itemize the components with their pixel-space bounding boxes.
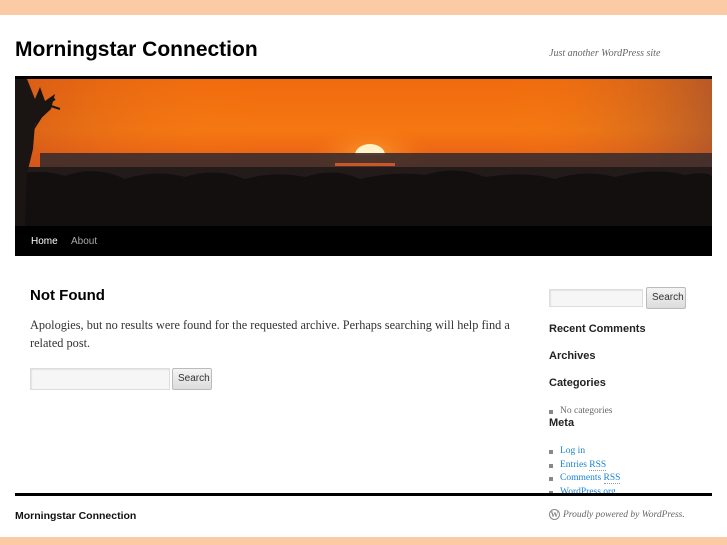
site-tagline: Just another WordPress site [549, 48, 661, 59]
footer-divider [15, 493, 712, 496]
list-item: Entries RSS [549, 459, 620, 473]
meta-link-log-in[interactable]: Log in [560, 446, 585, 456]
nav-item-about[interactable]: About [71, 236, 97, 247]
link-text: Entries [560, 459, 590, 470]
nav-item-home[interactable]: Home [31, 236, 58, 247]
main-navigation: Home About [15, 226, 712, 256]
bullet-icon [549, 450, 553, 454]
meta-list: Log in Entries RSS Comments RSS WordPres… [549, 445, 621, 499]
bullet-icon [549, 410, 553, 414]
page-title: Not Found [30, 287, 105, 304]
widget-title-categories: Categories [549, 377, 606, 389]
list-item: Log in [549, 445, 620, 459]
rss-abbr: RSS [589, 459, 607, 471]
credit-text: Proudly powered by WordPress. [563, 509, 685, 520]
header-banner-image[interactable] [15, 79, 712, 226]
link-text: Comments [560, 473, 604, 483]
rss-abbr: RSS [603, 473, 621, 484]
sidebar-search-input[interactable] [549, 289, 643, 307]
not-found-message: Apologies, but no results were found for… [30, 318, 510, 350]
meta-link-comments-rss[interactable]: Comments RSS [560, 473, 621, 484]
sunset-image [15, 79, 712, 226]
page: Morningstar Connection Just another Word… [0, 15, 727, 537]
site-title-link[interactable]: Morningstar Connection [15, 38, 258, 62]
footer-site-title-link[interactable]: Morningstar Connection [15, 510, 136, 522]
bullet-icon [549, 463, 553, 468]
widget-title-archives: Archives [549, 350, 596, 362]
widget-title-recent-comments: Recent Comments [549, 323, 646, 335]
list-item: Comments RSS [549, 472, 621, 486]
main-search-input[interactable] [30, 368, 170, 390]
category-label: No categories [560, 406, 613, 416]
bullet-icon [549, 477, 553, 481]
meta-link-entries-rss[interactable]: Entries RSS [560, 459, 607, 471]
widget-title-meta: Meta [549, 417, 575, 429]
sidebar-search-button[interactable]: Search [646, 287, 686, 309]
wordpress-logo-icon: W [549, 509, 560, 520]
main-search-button[interactable]: Search [172, 368, 212, 390]
footer-credit-link[interactable]: W Proudly powered by WordPress. [549, 509, 685, 520]
